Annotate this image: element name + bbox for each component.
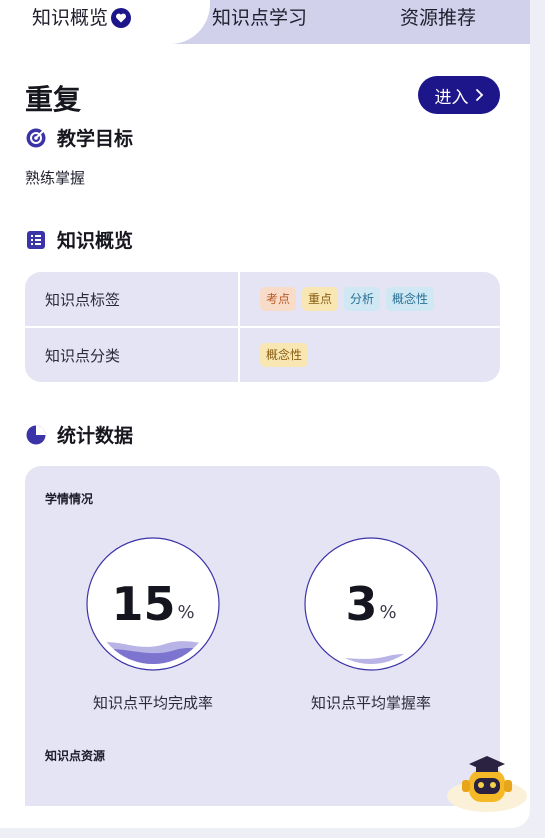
stats-section-header: 统计数据 [25,421,133,448]
tag-badge: 考点 [260,287,297,311]
tag-badge: 概念性 [260,343,309,367]
goal-heading: 教学目标 [57,128,134,150]
tag-badge: 重点 [302,287,339,311]
goal-section-header: 教学目标 [25,124,133,151]
enter-button-label: 进入 [434,87,469,108]
tab-overview-label: 知识概览 [32,7,109,29]
gauge-unit: % [177,601,195,623]
gauge-number: 15 [111,577,176,631]
completion-label: 知识点平均完成率 [92,694,213,712]
table-row: 知识点分类 概念性 [25,328,500,382]
knowledge-table: 知识点标签 考点 重点 分析 概念性 知识点分类 概念性 [25,272,500,382]
tag-list: 考点 重点 分析 概念性 [238,272,435,326]
learning-status-label: 学情情况 [45,492,94,506]
heart-icon [111,8,132,28]
target-icon [26,128,46,147]
tab-knowledge-study[interactable]: 知识点学习 [212,0,307,36]
row-label: 知识点标签 [45,290,121,309]
enter-button[interactable]: 进入 [418,76,500,114]
chevron-right-icon [475,89,483,101]
divider [238,272,240,382]
pie-chart-icon [26,425,46,444]
knowledge-resource-label: 知识点资源 [45,749,106,763]
stats-heading: 统计数据 [57,425,134,447]
mastery-label: 知识点平均掌握率 [310,694,431,712]
overview-section-header: 知识概览 [25,226,133,253]
table-row: 知识点标签 考点 重点 分析 概念性 [25,272,500,326]
stats-panel: 学情情况 15 % 知识点平均完成率 3 % 知识点平均掌握率 知识点资源 [25,466,500,806]
assistant-mascot-icon[interactable] [446,752,528,814]
overview-heading: 知识概览 [57,230,134,252]
row-label: 知识点分类 [45,346,121,365]
gauge-number: 3 [345,577,378,631]
goal-text: 熟练掌握 [25,169,86,187]
tab-resource-recommend[interactable]: 资源推荐 [400,0,476,36]
tab-bar: 知识概览 知识点学习 资源推荐 [0,0,530,44]
gauge-unit: % [379,601,397,623]
list-icon [27,230,45,249]
tag-badge: 概念性 [386,287,435,311]
gauge-value: 3 % [303,536,439,672]
completion-gauge: 15 % [85,536,221,672]
tag-badge: 分析 [344,287,381,311]
tab-overview[interactable]: 知识概览 [32,0,132,36]
gauge-value: 15 % [85,536,221,672]
page-title: 重复 [25,83,82,116]
mastery-gauge: 3 % [303,536,439,672]
divider [25,326,500,328]
tag-list: 概念性 [238,328,309,382]
main-card: 知识概览 知识点学习 资源推荐 重复 进入 教学目标 熟练掌握 知识概览 知识点… [0,0,530,828]
